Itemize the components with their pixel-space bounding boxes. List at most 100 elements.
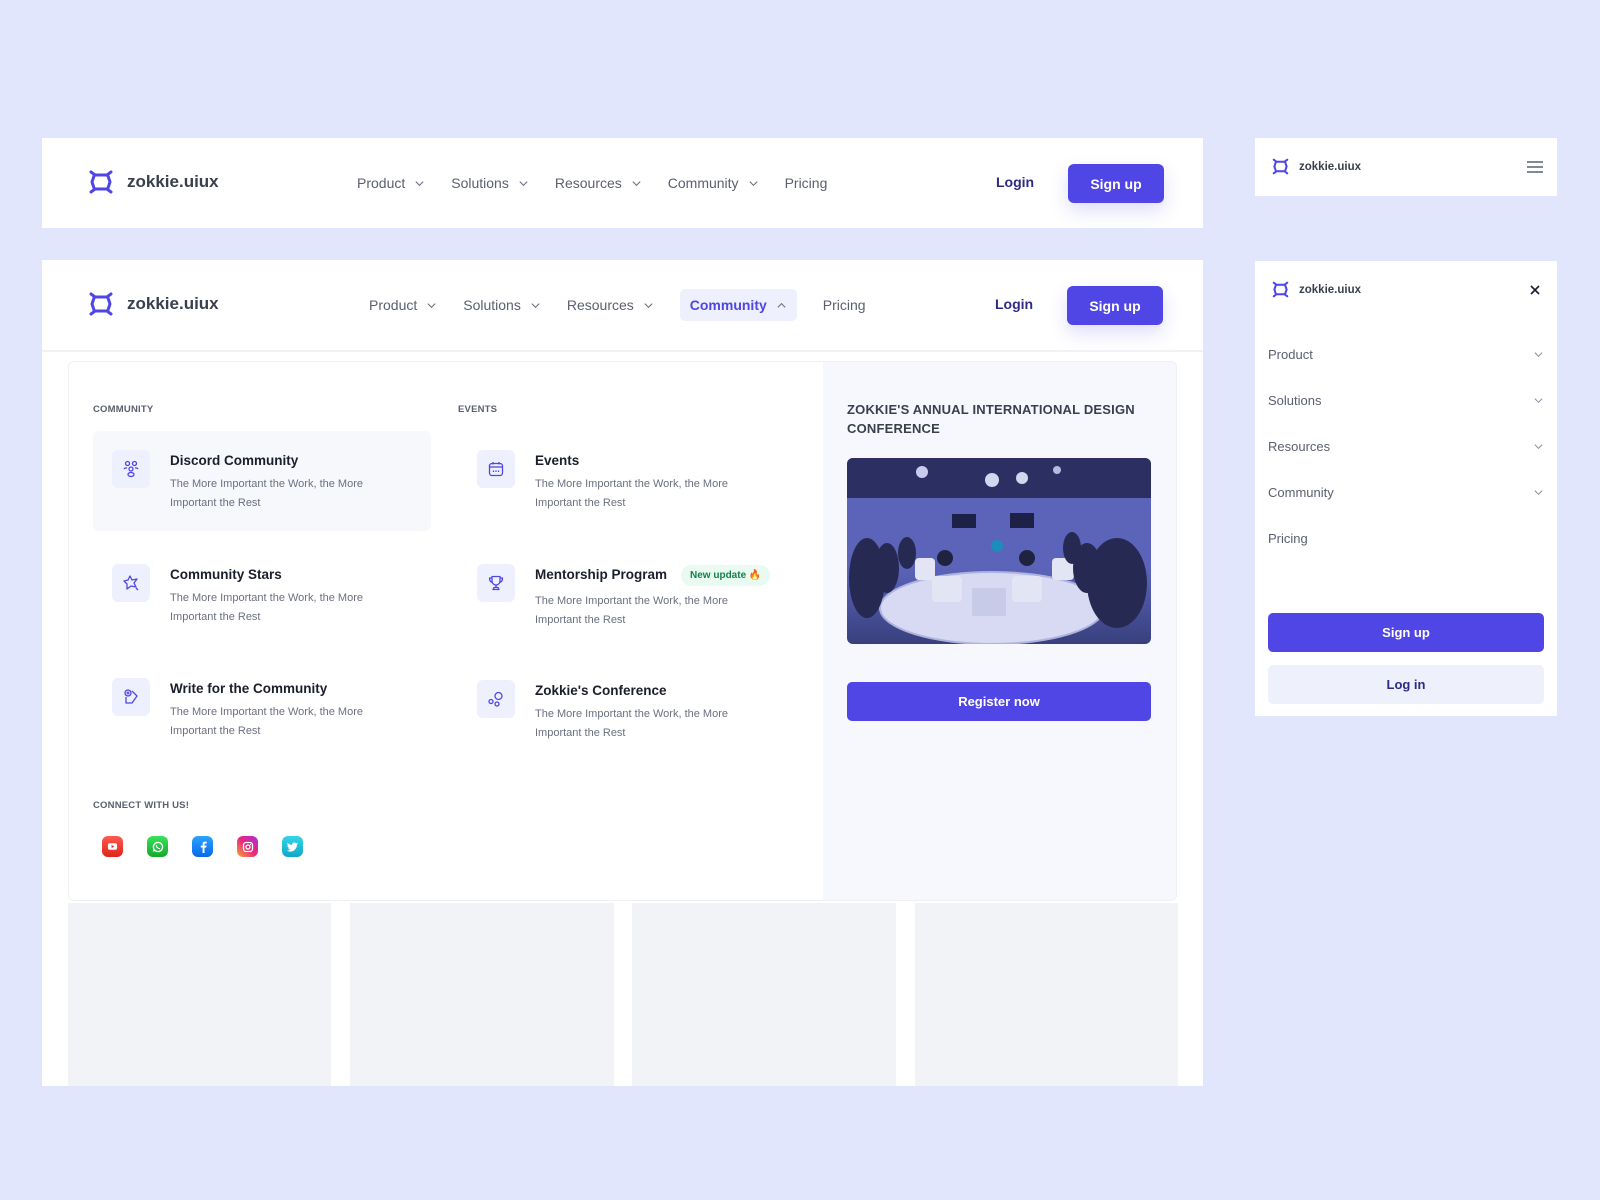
facebook-icon[interactable] [192,836,213,857]
instagram-icon[interactable] [237,836,258,857]
bubbles-icon [477,680,515,718]
brand-logo[interactable]: zokkie.uiux [87,168,219,196]
menu-item-description: The More Important the Work, the More Im… [535,708,728,739]
menu-item-description: The More Important the Work, the More Im… [535,595,728,626]
conference-feature-panel: ZOKKIE'S ANNUAL INTERNATIONAL DESIGN CON… [823,362,1176,900]
mobile-menu-label: Community [1268,484,1334,500]
nav-community-active[interactable]: Community [679,289,797,321]
chevron-down-icon [519,180,528,186]
mobile-navbar-closed: zokkie.uiux [1255,138,1557,196]
logo-icon [89,170,113,194]
chevron-down-icon [1534,489,1543,495]
nav-product-label: Product [357,175,406,191]
brand-name: zokkie.uiux [127,172,219,191]
content-placeholder-3 [632,903,896,1086]
nav-pricing-label: Pricing [784,175,828,191]
nav-community-label: Community [667,175,739,191]
mobile-menu-resources[interactable]: Resources [1268,434,1544,458]
signup-button[interactable]: Sign up [1068,164,1164,203]
menu-item-title: Community Stars [170,567,282,582]
menu-item-title: Write for the Community [170,681,328,696]
mobile-menu-product[interactable]: Product [1268,342,1544,366]
new-update-badge: New update 🔥 [681,565,771,586]
content-placeholder-1 [68,903,331,1086]
mobile-menu-open: zokkie.uiux Product Solutions Resources … [1255,261,1557,716]
menu-item-zokkies-conference[interactable]: Zokkie's Conference The More Important t… [458,661,796,761]
mobile-menu-label: Pricing [1268,530,1308,546]
star-icon [112,564,150,602]
content-placeholder-2 [350,903,614,1086]
nav-solutions-label: Solutions [463,297,521,313]
menu-item-description: The More Important the Work, the More Im… [170,478,363,509]
menu-item-write-for-community[interactable]: Write for the Community The More Importa… [93,659,431,759]
nav-community[interactable]: Community [658,167,769,199]
nav-pricing-label: Pricing [822,297,866,313]
conference-title: ZOKKIE'S ANNUAL INTERNATIONAL DESIGN CON… [847,402,1135,436]
content-placeholder-4 [915,903,1178,1086]
brand-logo[interactable]: zokkie.uiux [1271,157,1361,176]
nav-pricing[interactable]: Pricing [775,167,838,199]
close-icon[interactable] [1530,285,1540,295]
menu-item-description: The More Important the Work, the More Im… [170,592,363,623]
mobile-menu-label: Product [1268,346,1313,362]
desktop-navbar-default: zokkie.uiux Product Solutions Resources … [42,138,1203,228]
menu-item-title: Events [535,453,580,468]
mobile-menu-label: Solutions [1268,392,1322,408]
menu-item-description: The More Important the Work, the More Im… [535,478,728,509]
nav-solutions[interactable]: Solutions [453,289,551,321]
menu-item-title-text: Mentorship Program [535,567,668,582]
hamburger-menu-icon[interactable] [1527,160,1543,174]
logo-icon [89,292,113,316]
mobile-menu-solutions[interactable]: Solutions [1268,388,1544,412]
nav-solutions-label: Solutions [451,175,509,191]
mobile-menu-pricing[interactable]: Pricing [1268,526,1544,550]
chevron-down-icon [1534,443,1543,449]
brand-name: zokkie.uiux [1299,160,1361,173]
chevron-down-icon [749,180,758,186]
mobile-menu-community[interactable]: Community [1268,480,1544,504]
login-link[interactable]: Login [995,296,1033,312]
connect-section-label: CONNECT WITH US! [93,800,190,811]
nav-resources[interactable]: Resources [557,289,664,321]
brand-logo[interactable]: zokkie.uiux [87,290,219,318]
nav-resources-label: Resources [566,297,634,313]
whatsapp-icon[interactable] [147,836,168,857]
mobile-login-button[interactable]: Log in [1268,665,1544,704]
chevron-down-icon [415,180,424,186]
youtube-icon[interactable] [102,836,123,857]
brand-logo[interactable]: zokkie.uiux [1271,280,1361,299]
nav-product[interactable]: Product [347,167,435,199]
signup-button[interactable]: Sign up [1067,286,1163,325]
nav-resources[interactable]: Resources [545,167,652,199]
brand-name: zokkie.uiux [1299,283,1361,296]
navbar: zokkie.uiux Product Solutions Resources … [42,138,1203,228]
write-icon [112,678,150,716]
logo-icon [1272,158,1289,175]
nav-product[interactable]: Product [359,289,447,321]
brand-name: zokkie.uiux [127,294,219,313]
menu-item-title: Discord Community [170,453,299,468]
chevron-down-icon [1534,351,1543,357]
chevron-up-icon [777,302,786,308]
menu-item-mentorship-program[interactable]: Mentorship Program New update 🔥 The More … [458,545,818,645]
conference-image[interactable] [847,458,1151,644]
chevron-down-icon [1534,397,1543,403]
nav-product-label: Product [369,297,418,313]
login-link[interactable]: Login [996,174,1034,190]
menu-item-events[interactable]: Events The More Important the Work, the … [458,431,796,531]
menu-item-community-stars[interactable]: Community Stars The More Important the W… [93,545,431,645]
nav-solutions[interactable]: Solutions [441,167,539,199]
register-now-button[interactable]: Register now [847,682,1151,721]
nav-pricing[interactable]: Pricing [813,289,876,321]
nav-resources-label: Resources [554,175,622,191]
main-nav: Product Solutions Resources Community Pr… [347,138,837,228]
chevron-down-icon [531,302,540,308]
users-group-icon [112,450,150,488]
trophy-icon [477,564,515,602]
twitter-icon[interactable] [282,836,303,857]
menu-item-title: Mentorship Program New update 🔥 [535,565,771,586]
menu-item-description: The More Important the Work, the More Im… [170,706,363,737]
mobile-signup-button[interactable]: Sign up [1268,613,1544,652]
navbar: zokkie.uiux Product Solutions Resources … [42,260,1203,350]
menu-item-discord-community[interactable]: Discord Community The More Important the… [93,431,431,531]
